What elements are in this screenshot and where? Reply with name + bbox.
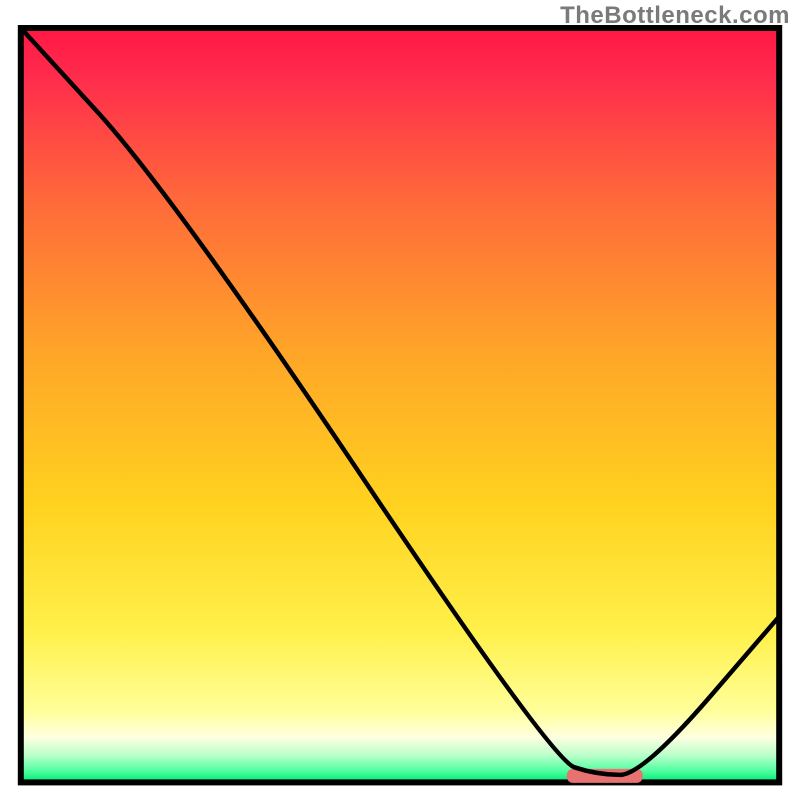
bottleneck-chart (0, 0, 800, 800)
watermark-label: TheBottleneck.com (560, 2, 790, 30)
gradient-fill (21, 28, 779, 782)
chart-stage: TheBottleneck.com (0, 0, 800, 800)
